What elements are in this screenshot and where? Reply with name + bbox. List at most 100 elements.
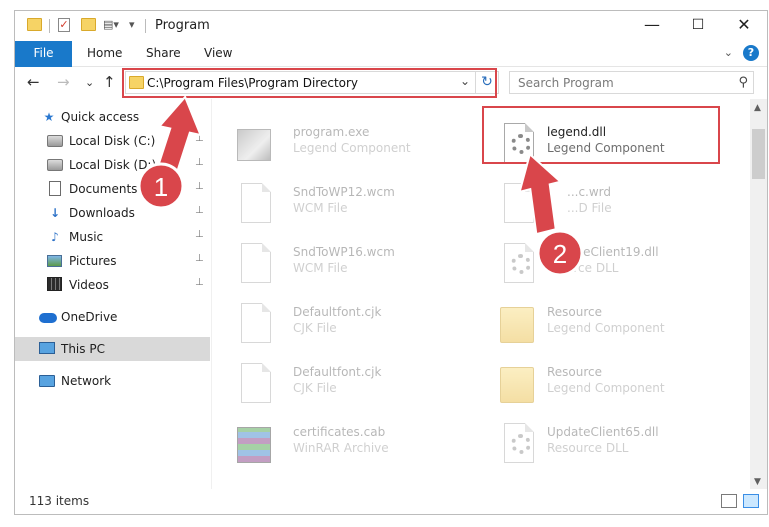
sidebar-item-network[interactable]: Network bbox=[15, 369, 210, 393]
sidebar-item-label: Videos bbox=[69, 278, 109, 292]
generic-file-icon bbox=[237, 303, 275, 347]
up-arrow-icon[interactable]: ↑ bbox=[103, 73, 116, 91]
file-type: CJK File bbox=[293, 321, 337, 335]
file-item[interactable]: SndToWP12.wcm WCM File bbox=[215, 175, 455, 233]
pictures-icon bbox=[47, 253, 63, 269]
status-bar: 113 items bbox=[15, 489, 767, 514]
scrollbar-thumb[interactable] bbox=[752, 129, 765, 179]
tab-file[interactable]: File bbox=[15, 41, 72, 67]
file-name: UpdateClient65.dll bbox=[547, 425, 659, 439]
pin-icon[interactable]: ⊥ bbox=[195, 157, 204, 168]
ribbon: File Home Share View ⌄ ? bbox=[15, 41, 767, 67]
sidebar-item-downloads[interactable]: ↓ Downloads ⊥ bbox=[15, 201, 210, 225]
large-icons-view-icon[interactable] bbox=[743, 494, 759, 508]
sidebar-item-label: Music bbox=[69, 230, 104, 244]
drive-icon bbox=[47, 133, 63, 149]
sidebar-item-local-disk-d[interactable]: Local Disk (D:) ⊥ bbox=[15, 153, 210, 177]
back-arrow-icon[interactable]: ← bbox=[27, 73, 40, 91]
generic-file-icon bbox=[237, 363, 275, 407]
documents-icon bbox=[47, 181, 63, 197]
sidebar-item-label: OneDrive bbox=[61, 310, 118, 324]
file-item[interactable]: UpdateClient19.dll ...ource DLL bbox=[460, 235, 700, 293]
quick-access-dropdown-icon[interactable]: ▾ bbox=[129, 18, 143, 33]
sidebar-item-videos[interactable]: Videos ⊥ bbox=[15, 273, 210, 297]
maximize-button[interactable]: ☐ bbox=[675, 11, 721, 41]
file-type: Legend Component bbox=[547, 321, 665, 335]
help-icon[interactable]: ? bbox=[743, 45, 759, 61]
forward-arrow-icon[interactable]: → bbox=[57, 73, 70, 91]
pin-icon[interactable]: ⊥ bbox=[195, 229, 204, 240]
winrar-icon bbox=[237, 423, 275, 467]
file-name: program.exe bbox=[293, 125, 370, 139]
generic-file-icon bbox=[237, 243, 275, 287]
folder-icon[interactable] bbox=[27, 18, 42, 31]
file-name: Resource bbox=[547, 305, 603, 319]
pin-icon[interactable]: ⊥ bbox=[195, 133, 204, 144]
sidebar-item-label: Network bbox=[61, 374, 112, 388]
file-item[interactable]: Defaultfont.cjk CJK File bbox=[215, 295, 455, 353]
file-item[interactable]: SndToWP16.wcm WCM File bbox=[215, 235, 455, 293]
search-input[interactable]: Search Program bbox=[518, 76, 614, 90]
file-item[interactable]: UpdateClient65.dll Resource DLL bbox=[460, 415, 700, 473]
item-count: 113 items bbox=[29, 494, 90, 508]
address-bar-highlight bbox=[122, 68, 497, 98]
drive-icon bbox=[47, 157, 63, 173]
file-type: WCM File bbox=[293, 261, 348, 275]
generic-file-icon bbox=[237, 183, 275, 227]
search-box[interactable]: Search Program ⚲ bbox=[509, 71, 754, 94]
sidebar-item-label: Local Disk (D:) bbox=[69, 158, 157, 172]
pin-icon[interactable]: ⊥ bbox=[195, 253, 204, 264]
tab-view[interactable]: View bbox=[204, 41, 232, 67]
pin-icon[interactable]: ⊥ bbox=[195, 277, 204, 288]
file-name: SndToWP16.wcm bbox=[293, 245, 395, 259]
scroll-down-icon[interactable]: ▼ bbox=[754, 477, 761, 487]
folder-icon bbox=[500, 363, 538, 407]
file-type: ...D File bbox=[567, 201, 612, 215]
sidebar-item-documents[interactable]: Documents ⊥ bbox=[15, 177, 210, 201]
folder-item[interactable]: Resource Legend Component bbox=[460, 295, 700, 353]
expand-ribbon-icon[interactable]: ⌄ bbox=[724, 46, 733, 59]
videos-icon bbox=[47, 277, 63, 293]
file-type: Resource DLL bbox=[547, 441, 629, 455]
sidebar-item-pictures[interactable]: Pictures ⊥ bbox=[15, 249, 210, 273]
sidebar-item-music[interactable]: ♪ Music ⊥ bbox=[15, 225, 210, 249]
sidebar-item-quick-access[interactable]: ★ Quick access bbox=[15, 105, 210, 129]
tab-home[interactable]: Home bbox=[87, 41, 122, 67]
recent-locations-icon[interactable]: ⌄ bbox=[85, 76, 94, 89]
onedrive-icon bbox=[39, 309, 57, 325]
customize-toolbar-icon[interactable]: ▤▾ bbox=[103, 18, 119, 33]
pin-icon[interactable]: ⊥ bbox=[195, 205, 204, 216]
divider bbox=[145, 19, 146, 33]
file-item[interactable]: certificates.cab WinRAR Archive bbox=[215, 415, 455, 473]
folder-icon bbox=[500, 303, 538, 347]
tab-share[interactable]: Share bbox=[146, 41, 181, 67]
pin-icon[interactable]: ⊥ bbox=[195, 181, 204, 192]
sidebar-item-label: Pictures bbox=[69, 254, 117, 268]
file-item[interactable]: ...c.wrd ...D File bbox=[460, 175, 700, 233]
file-item[interactable]: Defaultfont.cjk CJK File bbox=[215, 355, 455, 413]
minimize-button[interactable]: — bbox=[629, 11, 675, 41]
sidebar-item-label: Downloads bbox=[69, 206, 135, 220]
details-view-icon[interactable] bbox=[721, 494, 737, 508]
sidebar-item-local-disk-c[interactable]: Local Disk (C:) ⊥ bbox=[15, 129, 210, 153]
sidebar-item-this-pc[interactable]: This PC bbox=[15, 337, 210, 361]
pane-divider[interactable] bbox=[211, 99, 212, 493]
this-pc-icon bbox=[39, 341, 55, 357]
file-name: ...c.wrd bbox=[567, 185, 612, 199]
scroll-up-icon[interactable]: ▲ bbox=[754, 103, 761, 113]
file-type: ...ource DLL bbox=[547, 261, 619, 275]
file-name: Resource bbox=[547, 365, 603, 379]
vertical-scrollbar[interactable]: ▲ ▼ bbox=[750, 99, 767, 491]
file-item[interactable]: program.exe Legend Component bbox=[215, 115, 455, 173]
close-button[interactable]: ✕ bbox=[721, 11, 767, 41]
divider bbox=[49, 19, 50, 33]
star-icon: ★ bbox=[43, 110, 55, 124]
folder-item[interactable]: Resource Legend Component bbox=[460, 355, 700, 413]
file-name: certificates.cab bbox=[293, 425, 386, 439]
new-folder-icon[interactable] bbox=[81, 18, 96, 31]
properties-check-icon[interactable]: ✓ bbox=[58, 18, 70, 32]
sidebar-item-onedrive[interactable]: OneDrive bbox=[15, 305, 210, 329]
file-type: CJK File bbox=[293, 381, 337, 395]
downloads-icon: ↓ bbox=[49, 206, 61, 220]
search-icon[interactable]: ⚲ bbox=[738, 75, 748, 90]
